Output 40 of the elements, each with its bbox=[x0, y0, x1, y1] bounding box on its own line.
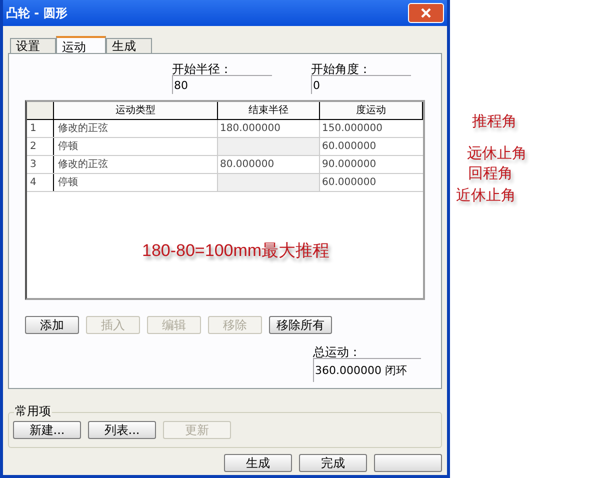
window-title: 凸轮 - 圆形 bbox=[6, 5, 68, 22]
button[interactable]: 移除所有 bbox=[269, 316, 332, 334]
total-motion-field: 360.000000 闭环 bbox=[313, 358, 421, 382]
annotation-text: 近休止角 bbox=[456, 184, 517, 206]
field-label: 开始半径： bbox=[172, 61, 233, 75]
button[interactable]: 生成 bbox=[224, 454, 292, 472]
tab[interactable]: 运动 bbox=[56, 36, 106, 53]
close-button[interactable] bbox=[408, 3, 444, 23]
button[interactable]: 新建... bbox=[13, 421, 81, 439]
table-cell: 修改的正弦 bbox=[54, 156, 218, 173]
column-header: 运动类型 bbox=[54, 102, 218, 119]
table-cell: 180.000000 bbox=[218, 120, 320, 137]
button[interactable] bbox=[374, 454, 442, 472]
row-number: 4 bbox=[27, 174, 54, 191]
table-cell-text: 90.000000 bbox=[321, 158, 378, 172]
column-header: 度运动 bbox=[320, 102, 423, 119]
annotation-text: 180-80=100mm最大推程 bbox=[142, 240, 330, 262]
column-header: 结束半径 bbox=[218, 102, 320, 119]
field-label: 总运动： bbox=[313, 344, 362, 358]
annotation-text: 远休止角 bbox=[467, 142, 527, 164]
table-cell-text: 150.000000 bbox=[321, 122, 384, 136]
table-cell: 80.000000 bbox=[218, 156, 320, 173]
annotation-text: 回程角 bbox=[468, 163, 514, 184]
table-cell-text: 60.000000 bbox=[321, 176, 378, 190]
annotation-text: 推程角 bbox=[472, 111, 518, 132]
input-field[interactable]: 0 bbox=[311, 75, 411, 94]
input-field[interactable]: 80 bbox=[172, 75, 272, 94]
button[interactable]: 列表... bbox=[88, 421, 156, 439]
row-number: 3 bbox=[27, 156, 54, 173]
tab[interactable]: 生成 bbox=[106, 38, 152, 53]
table-cell: 修改的正弦 bbox=[54, 120, 218, 137]
group-title: 常用项 bbox=[14, 402, 52, 420]
row-number: 2 bbox=[27, 138, 54, 155]
field-label: 开始角度： bbox=[311, 61, 372, 75]
row-number: 1 bbox=[27, 120, 54, 137]
button[interactable]: 完成 bbox=[299, 454, 367, 472]
close-icon bbox=[421, 8, 431, 18]
table-cell-text: 60.000000 bbox=[321, 140, 378, 154]
button[interactable]: 添加 bbox=[25, 316, 79, 334]
tab[interactable]: 设置 bbox=[10, 38, 56, 53]
